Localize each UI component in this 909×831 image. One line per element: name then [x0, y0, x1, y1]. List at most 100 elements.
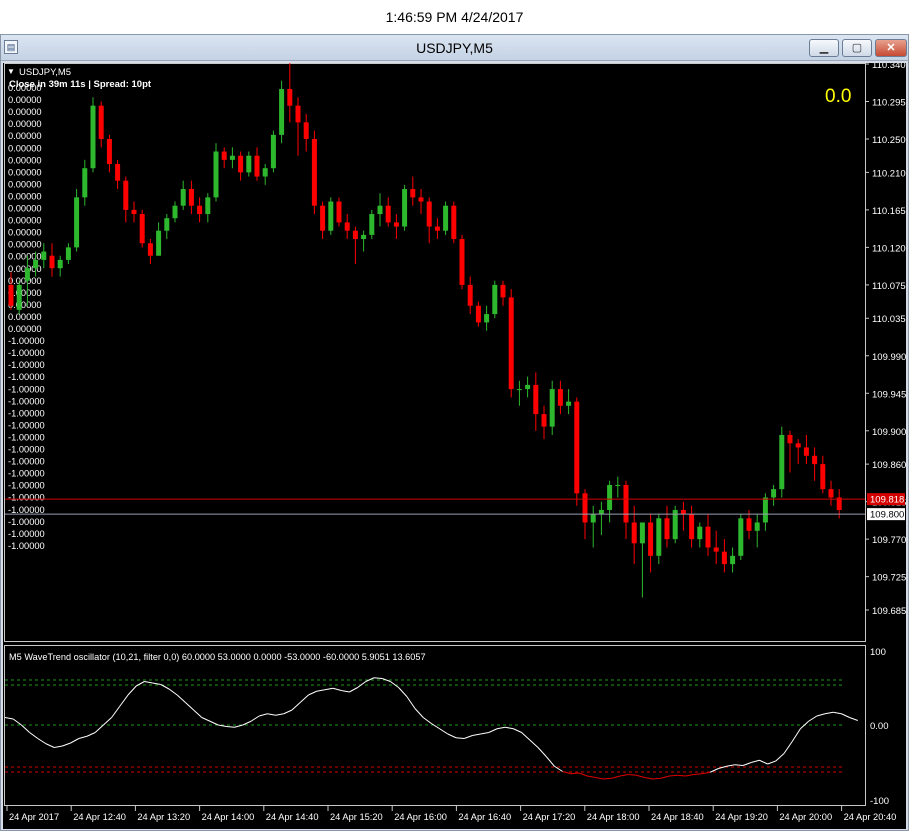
- chart-window: ▤ USDJPY,M5 ▁ ▢ ✕ 0.00000 0.00000 0.00000 0…: [0, 34, 909, 831]
- left-value-label: -1.00000: [8, 432, 45, 442]
- candle-body: [41, 251, 47, 260]
- wavetrend-segment: [62, 742, 71, 747]
- left-value-label: 0.00000: [8, 216, 42, 226]
- candle-body: [639, 522, 645, 544]
- candle-body: [123, 180, 129, 210]
- left-value-label: 0.00000: [8, 276, 42, 286]
- candle-body: [779, 434, 785, 490]
- candle-body: [147, 243, 153, 256]
- candle-body: [590, 514, 596, 523]
- candle-body: [459, 239, 465, 285]
- candle-body: [115, 164, 121, 181]
- time-axis-label: 24 Apr 14:40: [266, 812, 319, 822]
- left-value-label: 0.00000: [8, 312, 42, 322]
- wavetrend-segment: [176, 694, 186, 703]
- wavetrend-segment: [267, 713, 276, 716]
- time-axis-label: 24 Apr 13:20: [137, 812, 190, 822]
- wavetrend-segment: [209, 720, 219, 726]
- candle-body: [631, 522, 637, 544]
- candle-body: [156, 230, 162, 256]
- wavetrend-segment: [578, 772, 588, 777]
- price-axis-label: 109.900: [872, 427, 906, 438]
- wavetrend-segment: [308, 690, 317, 696]
- left-value-label: 0.00000: [8, 143, 42, 153]
- window-titlebar[interactable]: ▤ USDJPY,M5 ▁ ▢ ✕: [1, 35, 908, 61]
- wavetrend-segment: [21, 724, 30, 733]
- left-value-label: -1.00000: [8, 348, 45, 358]
- left-value-label: 0.00000: [8, 131, 42, 141]
- wavetrend-segment: [299, 694, 309, 703]
- chart-canvas[interactable]: 0.00000 0.00000 0.00000 0.00000 0.00000 0.000…: [3, 63, 906, 829]
- wavetrend-segment: [152, 682, 161, 685]
- candle-body: [262, 168, 268, 177]
- wavetrend-segment: [537, 747, 547, 757]
- wavetrend-segment: [726, 764, 735, 767]
- candle-body: [49, 255, 55, 269]
- left-value-label: -1.00000: [8, 481, 45, 491]
- left-value-label: -1.00000: [8, 384, 45, 394]
- chart-area[interactable]: 0.00000 0.00000 0.00000 0.00000 0.00000 0.000…: [3, 63, 906, 829]
- wavetrend-segment: [529, 739, 539, 748]
- candle-body: [344, 222, 350, 231]
- time-axis-label: 24 Apr 12:40: [73, 812, 126, 822]
- wavetrend-segment: [341, 690, 350, 693]
- candle-body: [574, 401, 580, 494]
- wavetrend-segment: [86, 732, 96, 737]
- candle-body: [721, 551, 727, 565]
- wavetrend-segment: [480, 732, 489, 735]
- indicator-label: M5 WaveTrend oscillator (10,21, filter 0…: [9, 652, 426, 662]
- wavetrend-segment: [644, 777, 653, 780]
- minimize-button[interactable]: ▁: [809, 39, 839, 57]
- wavetrend-segment: [45, 743, 55, 748]
- wavetrend-segment: [349, 687, 358, 693]
- left-value-label: -1.00000: [8, 541, 45, 551]
- wavetrend-segment: [12, 718, 22, 726]
- wavetrend-segment: [111, 705, 121, 718]
- wavetrend-segment: [521, 732, 531, 741]
- wavetrend-segment: [767, 760, 776, 765]
- candle-body: [369, 214, 375, 235]
- wavetrend-segment: [94, 724, 104, 733]
- candle-body: [418, 197, 424, 202]
- candle-body: [607, 484, 613, 510]
- candle-body: [270, 134, 276, 169]
- wavetrend-segment: [275, 713, 284, 716]
- time-axis: 24 Apr 2017 24 Apr 12:40 24 Apr 13:20 24 Ap…: [6, 806, 896, 822]
- close-button[interactable]: ✕: [875, 39, 907, 57]
- left-value-label: 0.00000: [8, 240, 42, 250]
- wavetrend-segment: [144, 681, 153, 684]
- wavetrend-segment: [570, 772, 580, 775]
- candle-body: [205, 197, 211, 215]
- time-axis-label: 24 Apr 16:00: [394, 812, 447, 822]
- maximize-button[interactable]: ▢: [842, 39, 872, 57]
- left-value-label: 0.00000: [8, 324, 42, 334]
- time-axis-label: 24 Apr 19:20: [715, 812, 768, 822]
- candle-body: [795, 443, 801, 448]
- left-value-label: 0.00000: [8, 228, 42, 238]
- candle-body: [557, 389, 563, 406]
- time-axis-label: 24 Apr 18:00: [587, 812, 640, 822]
- price-axis-label: 109.685: [872, 606, 906, 617]
- candle-body: [771, 489, 777, 498]
- wavetrend-segment: [119, 694, 129, 707]
- symbol-triangle-icon[interactable]: ▼: [7, 67, 15, 76]
- wavetrend-segment: [332, 687, 342, 691]
- wavetrend-segment: [4, 717, 14, 720]
- price-axis-label: 110.120: [872, 243, 906, 254]
- wavetrend-segment: [316, 689, 325, 692]
- candle-body: [787, 434, 793, 444]
- candle-body: [197, 205, 203, 215]
- candle-body: [566, 401, 572, 406]
- wavetrend-segment: [406, 696, 416, 709]
- candle-body: [57, 259, 63, 269]
- price-axis-label: 110.295: [872, 98, 906, 109]
- candle-body: [254, 155, 260, 177]
- candle-body: [246, 155, 252, 173]
- wavetrend-segment: [685, 774, 694, 777]
- wavetrend-segment: [250, 715, 260, 722]
- price-axis-label: 109.770: [872, 535, 906, 546]
- candle-body: [33, 259, 39, 269]
- wavetrend-segment: [595, 777, 604, 780]
- candle-body: [525, 384, 531, 390]
- candle-body: [713, 547, 719, 552]
